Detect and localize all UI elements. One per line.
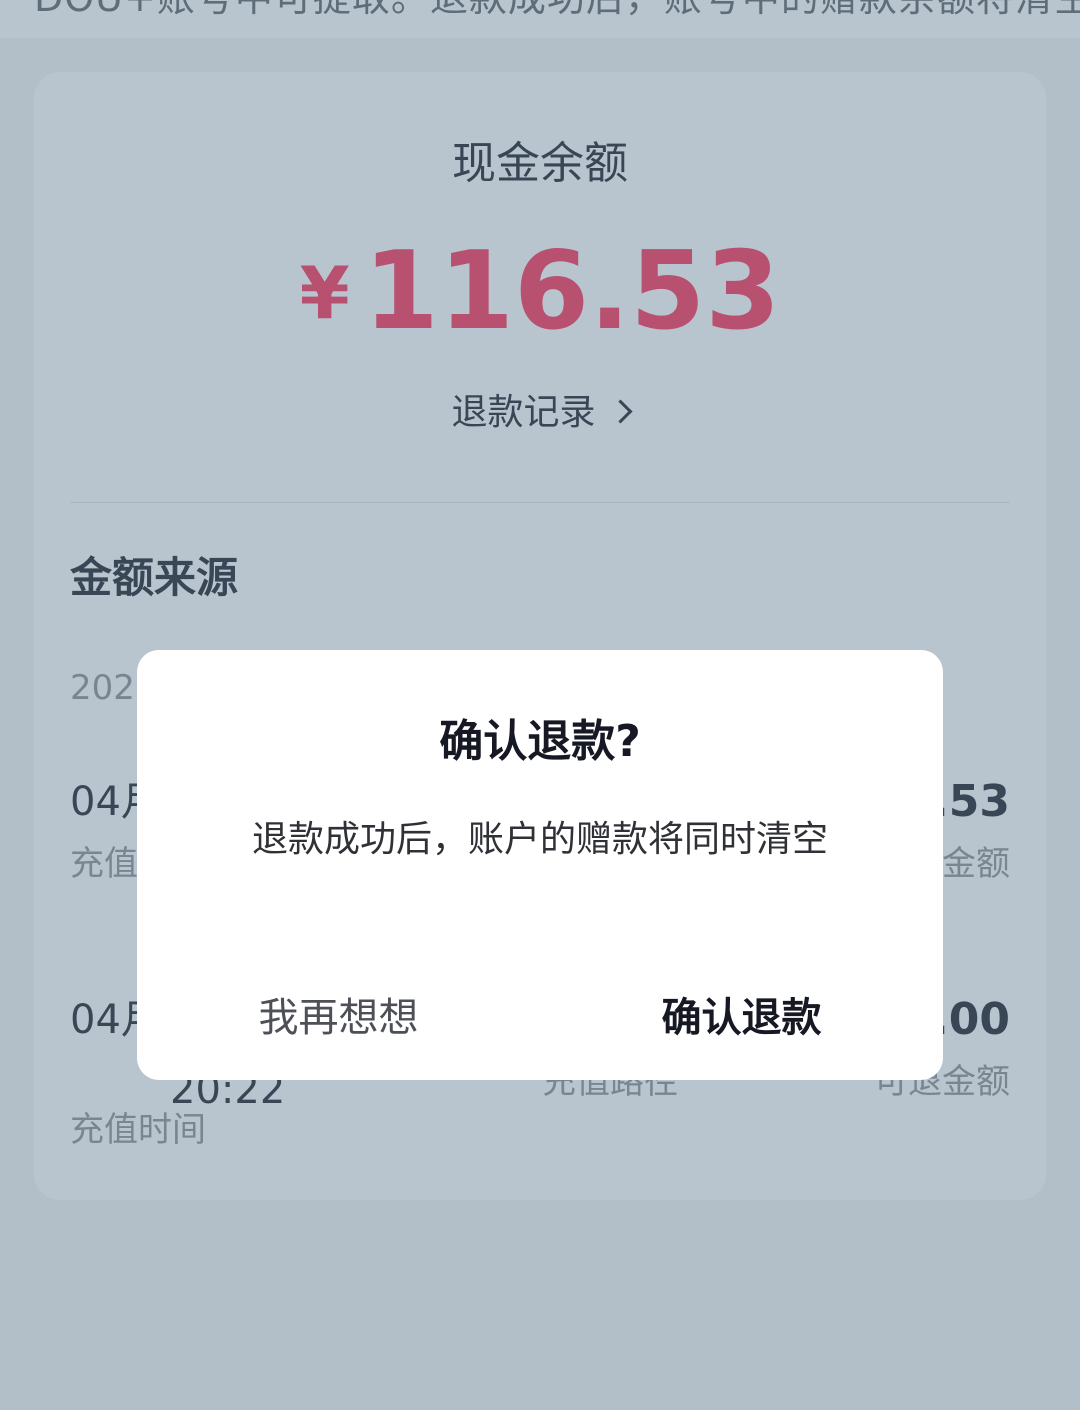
confirm-refund-dialog: 确认退款? 退款成功后，账户的赠款将同时清空 我再想想 确认退款	[137, 650, 943, 1080]
dialog-title: 确认退款?	[439, 716, 641, 767]
confirm-refund-button[interactable]: 确认退款	[540, 966, 943, 1070]
cancel-button[interactable]: 我再想想	[137, 966, 540, 1070]
dialog-message: 退款成功后，账户的赠款将同时清空	[251, 819, 828, 860]
